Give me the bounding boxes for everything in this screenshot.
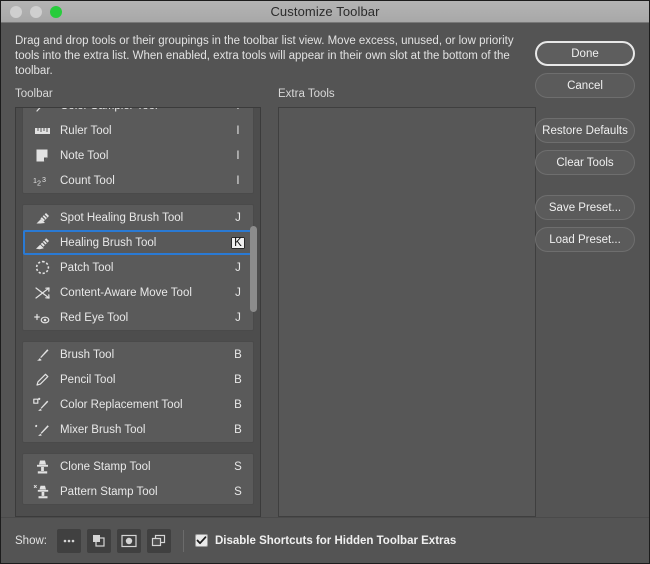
tool-name: Healing Brush Tool — [60, 236, 157, 249]
note-icon — [33, 148, 51, 164]
pencil-icon — [33, 372, 51, 388]
save-preset-button[interactable]: Save Preset... — [535, 195, 635, 220]
color-replacement-icon — [33, 397, 51, 413]
tool-row[interactable]: Clone Stamp Tool S — [23, 454, 253, 479]
tool-shortcut[interactable]: B — [231, 374, 245, 386]
tool-name: Ruler Tool — [60, 124, 112, 137]
tool-shortcut[interactable]: I — [231, 175, 245, 187]
tool-row[interactable]: Spot Healing Brush Tool J — [23, 205, 253, 230]
patch-icon — [33, 260, 51, 276]
tool-group[interactable]: Color Sampler ToolIRuler ToolINote ToolI… — [22, 108, 254, 194]
tool-name: Note Tool — [60, 149, 109, 162]
dialog-footer: Show: Disable Shortcuts for Hidden Toolb… — [1, 517, 649, 563]
tool-group[interactable]: Brush Tool B Pencil Tool B Color Replacement… — [22, 341, 254, 443]
tool-shortcut[interactable]: S — [231, 461, 245, 473]
disable-shortcuts-label: Disable Shortcuts for Hidden Toolbar Ext… — [214, 534, 457, 547]
tool-shortcut[interactable]: I — [231, 150, 245, 162]
tool-name: Content-Aware Move Tool — [60, 286, 192, 299]
tool-shortcut[interactable]: J — [231, 312, 245, 324]
tool-row-selected[interactable]: Healing Brush Tool K — [23, 230, 253, 255]
dialog-content: Toolbar Color Sampler ToolIRuler ToolINo… — [1, 41, 649, 517]
toolbar-column-header: Toolbar — [15, 88, 53, 100]
tool-shortcut[interactable]: I — [231, 125, 245, 137]
dialog-body: Drag and drop tools or their groupings i… — [1, 23, 649, 517]
disable-shortcuts-checkbox[interactable] — [194, 534, 208, 547]
tool-group[interactable]: Spot Healing Brush Tool J Healing Brush To… — [22, 204, 254, 331]
tool-row[interactable]: Color Replacement Tool B — [23, 392, 253, 417]
tool-name: Color Replacement Tool — [60, 398, 183, 411]
tool-shortcut[interactable]: J — [231, 262, 245, 274]
tool-name: Color Sampler Tool — [60, 108, 231, 112]
clear-tools-button[interactable]: Clear Tools — [535, 150, 635, 175]
tool-shortcut[interactable]: S — [231, 486, 245, 498]
tool-row[interactable]: Pattern Stamp Tool S — [23, 479, 253, 504]
tool-shortcut[interactable]: J — [231, 287, 245, 299]
tool-shortcut[interactable]: B — [231, 399, 245, 411]
tool-group[interactable]: Clone Stamp Tool S Pattern Stamp Tool S — [22, 453, 254, 505]
tool-row[interactable]: Mixer Brush Tool B — [23, 417, 253, 442]
disable-shortcuts-checkbox-row[interactable]: Disable Shortcuts for Hidden Toolbar Ext… — [194, 534, 457, 547]
clone-stamp-icon — [33, 459, 51, 475]
show-label: Show: — [15, 534, 47, 547]
tool-name: Count Tool — [60, 174, 115, 187]
more-tools-icon[interactable] — [56, 528, 81, 553]
mixer-brush-icon — [33, 422, 51, 438]
svg-text:2: 2 — [37, 178, 41, 187]
tool-name: Pattern Stamp Tool — [60, 485, 158, 498]
extra-tools-column: Extra Tools — [278, 88, 536, 517]
svg-text:3: 3 — [42, 174, 46, 183]
tool-name: Mixer Brush Tool — [60, 423, 146, 436]
toolbar-list[interactable]: Color Sampler ToolIRuler ToolINote ToolI… — [15, 107, 261, 517]
pattern-stamp-icon — [33, 484, 51, 500]
window-titlebar: Customize Toolbar — [1, 1, 649, 23]
tool-name: Patch Tool — [60, 261, 114, 274]
quick-mask-icon[interactable] — [116, 528, 141, 553]
tool-name: Brush Tool — [60, 348, 115, 361]
color-sampler-icon — [33, 108, 51, 114]
foreground-background-color-icon[interactable] — [86, 528, 111, 553]
done-button[interactable]: Done — [535, 41, 635, 66]
tool-row[interactable]: Note Tool I — [23, 143, 253, 168]
load-preset-button[interactable]: Load Preset... — [535, 227, 635, 252]
tool-row[interactable]: Red Eye Tool J — [23, 305, 253, 330]
scrollbar-thumb[interactable] — [250, 226, 257, 312]
toolbar-list-scrollbar[interactable] — [249, 108, 258, 516]
tool-shortcut[interactable]: I — [231, 108, 245, 112]
customize-toolbar-dialog: Customize Toolbar Drag and drop tools or… — [0, 0, 650, 564]
footer-divider — [182, 529, 184, 552]
healing-brush-icon — [33, 235, 51, 251]
tool-row[interactable]: Ruler Tool I — [23, 118, 253, 143]
extra-tools-droparea[interactable] — [278, 107, 536, 517]
brush-icon — [33, 347, 51, 363]
tool-shortcut[interactable]: J — [231, 212, 245, 224]
red-eye-icon — [33, 310, 51, 326]
content-aware-move-icon — [33, 285, 51, 301]
dialog-button-column: Done Cancel Restore Defaults Clear Tools… — [535, 41, 635, 259]
tool-name: Pencil Tool — [60, 373, 116, 386]
spot-healing-brush-icon — [33, 210, 51, 226]
restore-defaults-button[interactable]: Restore Defaults — [535, 118, 635, 143]
tool-shortcut[interactable]: K — [231, 236, 245, 249]
toolbar-column: Toolbar Color Sampler ToolIRuler ToolINo… — [15, 88, 261, 517]
tool-row[interactable]: Pencil Tool B — [23, 367, 253, 392]
count-icon: 123 — [33, 173, 51, 189]
screen-mode-icon[interactable] — [146, 528, 171, 553]
extra-tools-column-header: Extra Tools — [278, 88, 335, 100]
tool-name: Spot Healing Brush Tool — [60, 211, 184, 224]
tool-name: Red Eye Tool — [60, 311, 129, 324]
tool-name: Clone Stamp Tool — [60, 460, 151, 473]
tool-shortcut[interactable]: B — [231, 424, 245, 436]
tool-row[interactable]: 1 2 3 Count Tool I — [23, 168, 253, 193]
tool-row[interactable]: Brush Tool B — [23, 342, 253, 367]
cancel-button[interactable]: Cancel — [535, 73, 635, 98]
tool-row[interactable]: Patch Tool J — [23, 255, 253, 280]
tool-row[interactable]: Color Sampler ToolI — [23, 108, 253, 118]
tool-shortcut[interactable]: B — [231, 349, 245, 361]
tool-row[interactable]: Content-Aware Move Tool J — [23, 280, 253, 305]
ruler-icon — [33, 123, 51, 139]
window-title: Customize Toolbar — [270, 4, 380, 19]
